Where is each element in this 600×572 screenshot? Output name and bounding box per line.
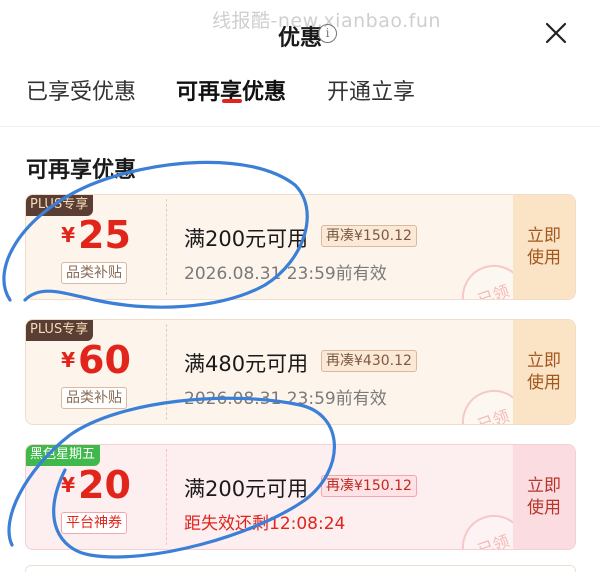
coupon-condition: 满480元可用 <box>184 352 309 376</box>
coupon-validity: 2026.08.31 23:59前有效 <box>184 264 387 284</box>
coupon-condition: 满200元可用 <box>184 227 309 251</box>
coupon-value-area: PLUS专享 ¥60 品类补贴 <box>26 320 166 424</box>
tab-received[interactable]: 已享受优惠 <box>26 74 136 106</box>
coupon-amount: ¥25 <box>26 213 166 257</box>
amount-value: 60 <box>78 338 131 382</box>
coupon-validity: 2026.08.31 23:59前有效 <box>184 389 387 409</box>
add-more-tag: 再凑¥430.12 <box>321 350 417 372</box>
coupon-value-area: 黑色星期五 ¥20 平台神券 <box>26 445 166 549</box>
info-icon[interactable]: i <box>318 24 337 43</box>
add-more-tag: 再凑¥150.12 <box>321 475 417 497</box>
category-tag: 品类补贴 <box>61 387 127 409</box>
use-now-button[interactable]: 立即使用 <box>513 445 575 549</box>
use-now-button[interactable]: 立即使用 <box>513 195 575 299</box>
coupon-amount: ¥20 <box>26 463 166 507</box>
add-more-tag: 再凑¥150.12 <box>321 225 417 247</box>
amount-value: 20 <box>78 463 131 507</box>
currency-symbol: ¥ <box>61 348 76 372</box>
currency-symbol: ¥ <box>61 223 76 247</box>
header: 优惠 i <box>0 0 600 62</box>
active-tab-indicator <box>222 99 242 103</box>
coupon-amount: ¥60 <box>26 338 166 382</box>
use-now-button[interactable]: 立即使用 <box>513 320 575 424</box>
section-title: 可再享优惠 <box>26 158 137 183</box>
category-tag: 平台神券 <box>61 512 127 534</box>
dashed-separator <box>166 449 167 545</box>
tab-bar: 已享受优惠 可再享优惠 开通立享 <box>0 70 600 120</box>
coupon-card: PLUS专享 ¥25 品类补贴 满200元可用 再凑¥150.12 2026.0… <box>25 194 576 300</box>
use-now-label: 立即使用 <box>527 351 561 393</box>
use-now-label: 立即使用 <box>527 476 561 518</box>
use-now-label: 立即使用 <box>527 226 561 268</box>
amount-value: 25 <box>78 213 131 257</box>
coupon-condition: 满200元可用 <box>184 477 309 501</box>
currency-symbol: ¥ <box>61 473 76 497</box>
dashed-separator <box>166 324 167 420</box>
dashed-separator <box>166 199 167 295</box>
divider <box>0 126 600 127</box>
coupon-card: PLUS专享 ¥60 品类补贴 满480元可用 再凑¥430.12 2026.0… <box>25 319 576 425</box>
tab-activate[interactable]: 开通立享 <box>327 74 415 106</box>
countdown-timer: 距失效还剩12:08:24 <box>184 514 346 534</box>
close-icon[interactable] <box>543 20 569 46</box>
page-title: 优惠 <box>277 26 322 51</box>
next-coupon-edge <box>25 565 576 572</box>
coupon-value-area: PLUS专享 ¥25 品类补贴 <box>26 195 166 299</box>
coupon-card: 黑色星期五 ¥20 平台神券 满200元可用 再凑¥150.12 距失效还剩12… <box>25 444 576 550</box>
category-tag: 品类补贴 <box>61 262 127 284</box>
